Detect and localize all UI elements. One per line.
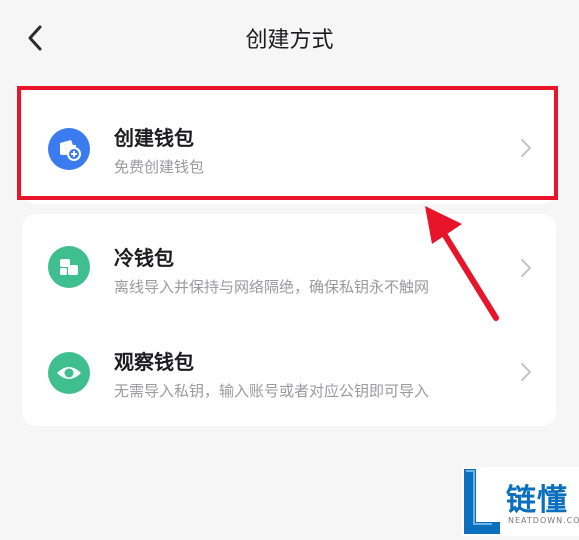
option-title: 冷钱包 [114, 246, 174, 270]
option-title: 创建钱包 [114, 126, 194, 150]
chevron-right-icon [521, 139, 531, 157]
header: 创建方式 [0, 0, 579, 76]
option-watch-wallet[interactable]: 观察钱包 无需导入私钥，输入账号或者对应公钥即可导入 [22, 322, 556, 426]
option-subtitle: 离线导入并保持与网络隔绝，确保私钥永不触网 [114, 278, 430, 296]
option-title: 观察钱包 [114, 350, 194, 374]
chevron-right-icon [521, 363, 531, 381]
watermark-logo: 链懂 NEATDOWN.COM [462, 467, 579, 536]
watermark-subtext: NEATDOWN.COM [508, 516, 579, 525]
create-wallet-card: 创建钱包 免费创建钱包 [22, 88, 556, 204]
page-title: 创建方式 [245, 28, 334, 53]
chevron-right-icon [521, 259, 531, 277]
wallet-types-card: 冷钱包 离线导入并保持与网络隔绝，确保私钥永不触网 观察钱包 无需导入私钥，输入… [22, 214, 556, 426]
eye-icon [48, 352, 90, 394]
option-create-wallet[interactable]: 创建钱包 免费创建钱包 [22, 94, 556, 198]
cold-wallet-icon [48, 246, 90, 288]
watermark-text: 链懂 [506, 483, 568, 518]
wallet-add-icon [48, 128, 90, 170]
option-subtitle: 免费创建钱包 [114, 158, 205, 176]
logo-mark [464, 469, 500, 534]
option-subtitle: 无需导入私钥，输入账号或者对应公钥即可导入 [114, 382, 430, 400]
option-cold-wallet[interactable]: 冷钱包 离线导入并保持与网络隔绝，确保私钥永不触网 [22, 216, 556, 320]
